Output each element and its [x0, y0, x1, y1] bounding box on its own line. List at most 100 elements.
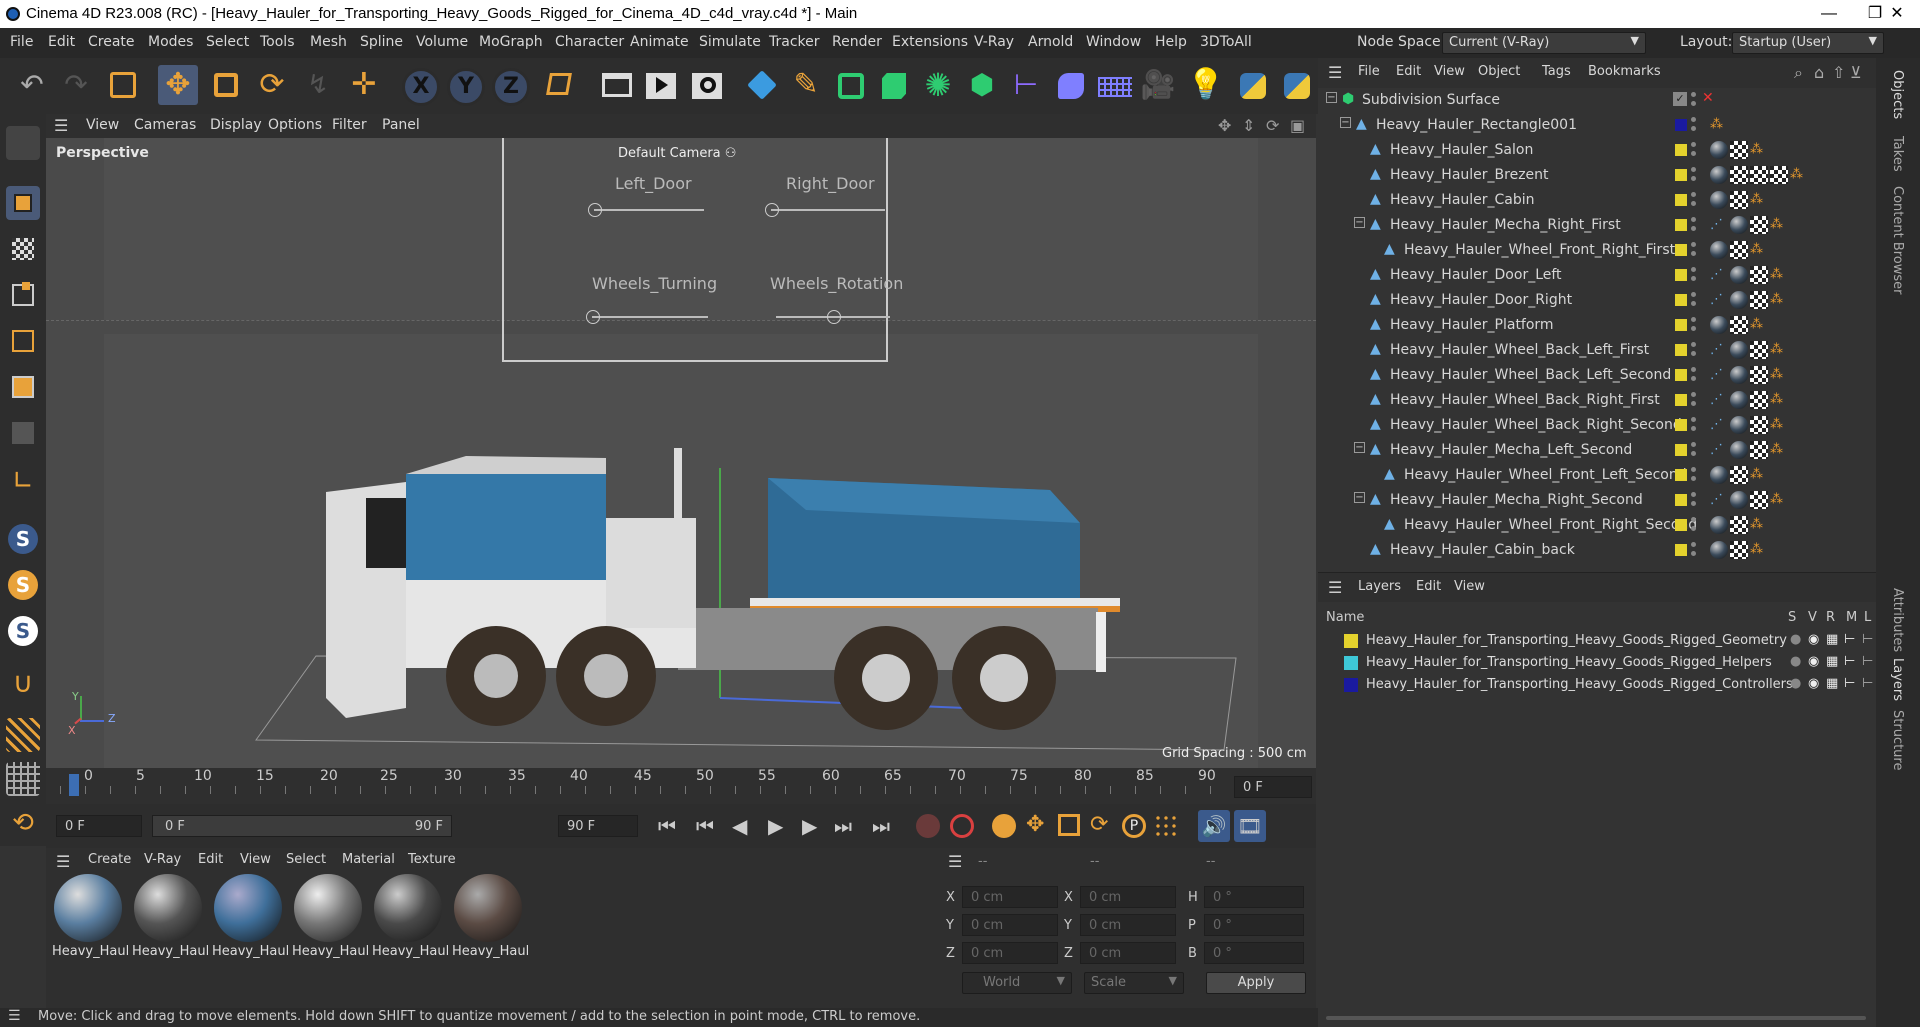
constraint-tag-icon[interactable]: ⋰ — [1710, 368, 1726, 382]
viewport-maximize-icon[interactable]: ▣ — [1290, 116, 1305, 135]
edge-mode-icon[interactable] — [6, 324, 40, 358]
layers-menu-view[interactable]: View — [1454, 579, 1485, 594]
object-row[interactable]: ▲ Heavy_Hauler_Door_Left ⋰ ⁂ — [1318, 263, 1876, 288]
previous-frame-icon[interactable]: ◀ — [732, 814, 747, 838]
ik-tag-icon[interactable]: ⁂ — [1790, 168, 1806, 182]
render-visibility-dot[interactable] — [1691, 476, 1696, 481]
viewport-menu-display[interactable]: Display — [210, 117, 262, 133]
keyframe-selection-icon[interactable] — [992, 814, 1016, 838]
point-mode-icon[interactable] — [6, 278, 40, 312]
material-tag-icon[interactable] — [1730, 416, 1748, 434]
texture-tag-icon[interactable] — [1750, 166, 1768, 184]
subdivision-icon[interactable] — [830, 65, 870, 105]
polygon-mode-icon[interactable] — [6, 370, 40, 404]
hamburger-icon[interactable]: ☰ — [1328, 63, 1342, 82]
position-y-field[interactable]: 0 cm — [962, 914, 1058, 936]
layer-color-swatch[interactable] — [1675, 344, 1687, 356]
menu-vray[interactable]: V-Ray — [974, 34, 1014, 50]
material-menu-create[interactable]: Create — [88, 852, 131, 867]
material-tag-icon[interactable] — [1730, 366, 1748, 384]
key-rotation-icon[interactable]: ⟳ — [1090, 812, 1108, 837]
editor-visibility-dot[interactable] — [1691, 417, 1696, 422]
render-visibility-dot[interactable] — [1691, 501, 1696, 506]
menu-create[interactable]: Create — [88, 34, 135, 50]
ik-tag-icon[interactable]: ⁂ — [1770, 443, 1786, 457]
rotate-tool-icon[interactable]: ⟳ — [252, 65, 292, 105]
render-visibility-dot[interactable] — [1691, 401, 1696, 406]
viewport-move-icon[interactable]: ✥ — [1218, 116, 1231, 135]
coordinate-mode-select[interactable]: Scale ▼ — [1084, 972, 1184, 994]
viewport-menu-view[interactable]: View — [86, 117, 119, 133]
menu-window[interactable]: Window — [1086, 34, 1141, 50]
frame-range-slider[interactable]: 0 F 90 F — [152, 815, 452, 837]
layer-color-swatch[interactable] — [1675, 519, 1687, 531]
menu-mograph[interactable]: MoGraph — [479, 34, 543, 50]
material-tag-icon[interactable] — [1730, 266, 1748, 284]
menu-simulate[interactable]: Simulate — [699, 34, 761, 50]
go-to-start-icon[interactable]: ⏮ — [658, 814, 676, 838]
rotation-h-field[interactable]: 0 ° — [1204, 886, 1304, 908]
workplane-icon[interactable] — [6, 718, 40, 752]
hamburger-icon[interactable]: ☰ — [948, 852, 962, 871]
render-toggle-icon[interactable]: ▦ — [1826, 676, 1838, 691]
viewport-menu-filter[interactable]: Filter — [332, 117, 367, 133]
menu-extensions[interactable]: Extensions — [892, 34, 968, 50]
object-row[interactable]: ▲ Heavy_Hauler_Wheel_Back_Right_First ⋰ ⁂ — [1318, 388, 1876, 413]
menu-spline[interactable]: Spline — [360, 34, 403, 50]
layer-color-swatch[interactable] — [1344, 678, 1358, 692]
redo-button[interactable]: ↷ — [56, 65, 96, 105]
layer-color-swatch[interactable] — [1675, 244, 1687, 256]
object-row[interactable]: ▲ Heavy_Hauler_Wheel_Back_Right_Second ⋰ ⁂ — [1318, 413, 1876, 438]
ik-tag-icon[interactable]: ⁂ — [1770, 218, 1786, 232]
viewport-rotate-icon[interactable]: ⟳ — [1266, 116, 1279, 135]
layer-color-swatch[interactable] — [1675, 269, 1687, 281]
python-script-icon[interactable] — [1276, 65, 1316, 105]
solo-toggle-icon[interactable]: ● — [1790, 676, 1801, 691]
ik-tag-icon[interactable]: ⁂ — [1770, 268, 1786, 282]
material-swatch-3[interactable]: Heavy_Haul — [212, 870, 289, 960]
playhead[interactable] — [69, 774, 79, 796]
material-tag-icon[interactable] — [1710, 241, 1728, 259]
material-menu-view[interactable]: View — [240, 852, 271, 867]
edit-enabled-icon[interactable]: ✓ — [1673, 92, 1687, 106]
layer-color-swatch[interactable] — [1675, 469, 1687, 481]
object-row[interactable]: − ▲ Heavy_Hauler_Mecha_Left_Second ⋰ ⁂ — [1318, 438, 1876, 463]
constraint-tag-icon[interactable]: ⋰ — [1710, 343, 1726, 357]
render-visibility-dot[interactable] — [1691, 526, 1696, 531]
lock-toggle-icon[interactable]: ⊢ — [1862, 676, 1873, 691]
constraint-tag-icon[interactable]: ⋰ — [1710, 493, 1726, 507]
menu-tools[interactable]: Tools — [260, 34, 295, 50]
tab-content-browser[interactable]: Content Browser — [1890, 186, 1905, 295]
tab-takes[interactable]: Takes — [1890, 136, 1905, 172]
rotation-b-field[interactable]: 0 ° — [1204, 942, 1304, 964]
object-row[interactable]: ▲ Heavy_Hauler_Wheel_Back_Left_First ⋰ ⁂ — [1318, 338, 1876, 363]
pen-spline-icon[interactable]: ✎ — [786, 65, 826, 105]
visible-toggle-icon[interactable]: ◉ — [1808, 676, 1819, 691]
object-row[interactable]: ▲ Heavy_Hauler_Platform ⁂ — [1318, 313, 1876, 338]
objects-menu-tags[interactable]: Tags — [1542, 64, 1571, 79]
material-menu-texture[interactable]: Texture — [408, 852, 456, 867]
solo-toggle-icon[interactable]: ● — [1790, 654, 1801, 669]
objects-menu-view[interactable]: View — [1434, 64, 1465, 79]
snap-s-icon[interactable]: S — [6, 522, 40, 556]
node-space-select[interactable]: Current (V-Ray) ▼ — [1442, 32, 1646, 54]
sound-icon[interactable]: 🔊 — [1198, 810, 1230, 842]
texture-tag-icon[interactable] — [1730, 541, 1748, 559]
render-visibility-dot[interactable] — [1691, 326, 1696, 331]
material-swatch-2[interactable]: Heavy_Haul — [132, 870, 209, 960]
layer-color-swatch[interactable] — [1675, 194, 1687, 206]
extrude-icon[interactable] — [874, 65, 914, 105]
constraint-tag-icon[interactable]: ⋰ — [1710, 218, 1726, 232]
editor-visibility-dot[interactable] — [1691, 292, 1696, 297]
texture-mode-icon[interactable] — [6, 232, 40, 266]
hamburger-icon[interactable]: ☰ — [8, 1008, 21, 1024]
position-x-field[interactable]: 0 cm — [962, 886, 1058, 908]
material-tag-icon[interactable] — [1730, 491, 1748, 509]
object-row[interactable]: ▲ Heavy_Hauler_Cabin ⁂ — [1318, 188, 1876, 213]
layer-row[interactable]: Heavy_Hauler_for_Transporting_Heavy_Good… — [1318, 652, 1876, 674]
tab-layers[interactable]: Layers — [1890, 658, 1905, 701]
layer-color-swatch[interactable] — [1344, 656, 1358, 670]
ik-tag-icon[interactable]: ⁂ — [1770, 368, 1786, 382]
material-tag-icon[interactable] — [1730, 441, 1748, 459]
layer-color-swatch[interactable] — [1675, 169, 1687, 181]
